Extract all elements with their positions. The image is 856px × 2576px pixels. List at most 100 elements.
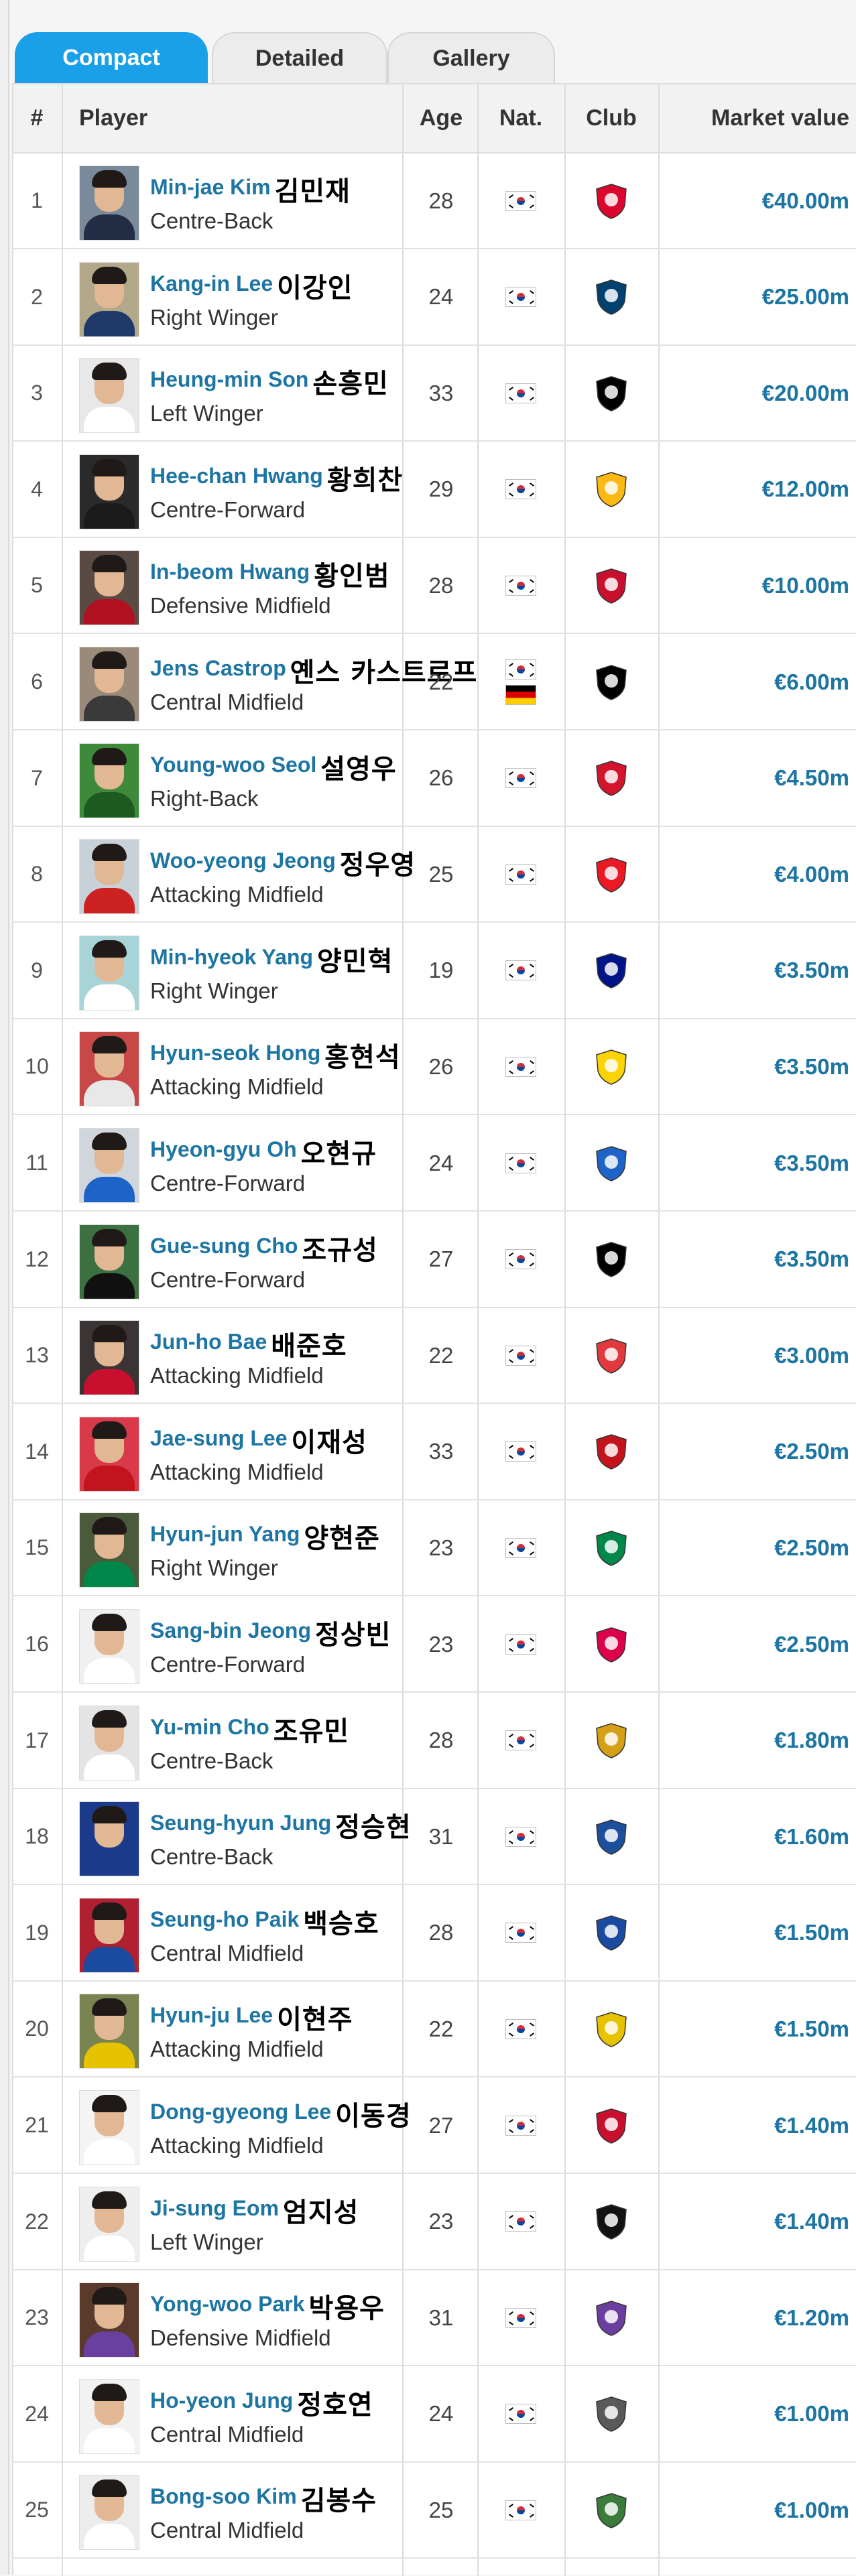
nantes-crest-icon[interactable] — [592, 1047, 631, 1086]
table-row[interactable]: 20 Hyun-ju Lee 이현주 Attacking Midfield 22 €1.5… — [13, 1982, 856, 2078]
market-value-link[interactable]: €3.50m — [658, 1019, 849, 1114]
player-name-link[interactable]: Jae-sung Lee — [150, 1426, 288, 1451]
player-name-link[interactable]: Jun-ho Bae — [150, 1330, 267, 1354]
table-row[interactable]: 2 Kang-in Lee 이강인 Right Winger 24 €25.00m — [13, 250, 856, 346]
player-name-link[interactable]: Hyeon-gyu Oh — [150, 1137, 297, 1162]
red-star-crest-icon[interactable] — [592, 759, 631, 797]
player-name-link[interactable]: Dong-gyeong Lee — [150, 2100, 331, 2124]
table-row[interactable]: 14 Jae-sung Lee 이재성 Attacking Midfield 33 €2.… — [13, 1405, 856, 1500]
player-name-link[interactable]: Jens Castrop — [150, 656, 286, 681]
player-photo[interactable] — [79, 1994, 139, 2069]
player-name-link[interactable]: In-beom Hwang — [150, 560, 310, 584]
table-row[interactable]: 9 Min-hyeok Yang 양민혁 Right Winger 19 €3.50m — [13, 923, 856, 1019]
market-value-link[interactable]: €1.00m — [658, 2367, 849, 2461]
player-name-link[interactable]: Hyun-jun Yang — [150, 1522, 300, 1547]
player-photo[interactable] — [79, 1416, 139, 1492]
player-name-link[interactable]: Hee-chan Hwang — [150, 464, 323, 489]
market-value-link[interactable]: €2.50m — [658, 1597, 849, 1691]
player-name-link[interactable]: Seung-hyun Jung — [150, 1811, 331, 1836]
market-value-link[interactable]: €20.00m — [658, 346, 849, 440]
table-row[interactable]: 1 Min-jae Kim 김민재 Centre-Back 28 €40.00m — [13, 153, 856, 249]
table-row[interactable]: 15 Hyun-jun Yang 양현준 Right Winger 23 €2.50m — [13, 1500, 856, 1597]
player-name-link[interactable]: Ji-sung Eom — [150, 2196, 279, 2221]
table-row[interactable]: 17 Yu-min Cho 조유민 Centre-Back 28 €1.80m — [13, 1693, 856, 1789]
col-header-number[interactable]: # — [13, 84, 60, 152]
table-row[interactable]: 10 Hyun-seok Hong 홍현석 Attacking Midfield 26 €… — [13, 1019, 856, 1116]
bayern-munich-crest-icon[interactable] — [592, 182, 631, 220]
market-value-link[interactable]: €2.50m — [658, 1405, 849, 1499]
table-row[interactable]: 13 Jun-ho Bae 배준호 Attacking Midfield 22 €3.00… — [13, 1308, 856, 1405]
table-row[interactable]: 5 In-beom Hwang 황인범 Defensive Midfield 28 €10… — [13, 538, 856, 635]
midtjylland-crest-icon[interactable] — [592, 1240, 631, 1279]
market-value-link[interactable]: €3.50m — [658, 1212, 849, 1307]
col-header-market-value[interactable]: Market value — [658, 84, 849, 152]
player-photo[interactable] — [79, 2475, 139, 2551]
player-photo[interactable] — [79, 1128, 139, 1203]
market-value-link[interactable]: €6.00m — [658, 635, 849, 729]
market-value-link[interactable]: €1.20m — [658, 2270, 849, 2365]
market-value-link[interactable]: €40.00m — [658, 153, 849, 248]
player-name-link[interactable]: Gue-sung Cho — [150, 1234, 298, 1259]
player-name-link[interactable]: Hyun-ju Lee — [150, 2003, 273, 2028]
player-name-link[interactable]: Sang-bin Jeong — [150, 1618, 311, 1643]
table-row[interactable]: 11 Hyeon-gyu Oh 오현규 Centre-Forward 24 €3.50m — [13, 1116, 856, 1212]
market-value-link[interactable]: €1.40m — [658, 2175, 849, 2269]
player-photo[interactable] — [79, 935, 139, 1011]
market-value-link[interactable]: €2.50m — [658, 1500, 849, 1595]
table-row[interactable]: 6 Jens Castrop 옌스 카스트로프 Central Midfield 22 €… — [13, 635, 856, 730]
stoke-crest-icon[interactable] — [592, 1336, 631, 1375]
player-name-link[interactable]: Min-hyeok Yang — [150, 945, 313, 970]
portsmouth-crest-icon[interactable] — [592, 951, 631, 990]
gimcheon-crest-icon[interactable] — [592, 2106, 631, 2145]
player-photo[interactable] — [79, 1224, 139, 1299]
table-row[interactable]: 24 Ho-yeon Jung 정호연 Central Midfield 24 €1.00… — [13, 2367, 856, 2463]
table-row[interactable]: 12 Gue-sung Cho 조규성 Centre-Forward 27 €3.50m — [13, 1212, 856, 1308]
player-photo[interactable] — [79, 743, 139, 818]
player-name-link[interactable]: Young-woo Seol — [150, 753, 316, 777]
player-photo[interactable] — [79, 2186, 139, 2262]
market-value-link[interactable]: €1.40m — [658, 2078, 849, 2173]
swansea-crest-icon[interactable] — [592, 2202, 631, 2241]
player-name-link[interactable]: Ho-yeon Jung — [150, 2388, 293, 2413]
table-row[interactable]: 21 Dong-gyeong Lee 이동경 Attacking Midfield 27… — [13, 2078, 856, 2174]
table-row[interactable]: 22 Ji-sung Eom 엄지성 Left Winger 23 €1.40m — [13, 2175, 856, 2270]
player-name-link[interactable]: Yong-woo Park — [150, 2292, 305, 2317]
market-value-link[interactable]: €3.50m — [658, 1116, 849, 1210]
player-photo[interactable] — [79, 2378, 139, 2454]
player-photo[interactable] — [79, 1031, 139, 1107]
market-value-link[interactable]: €1.00m — [658, 2463, 849, 2557]
market-value-link[interactable]: €3.00m — [658, 1308, 849, 1403]
arouca-crest-icon[interactable] — [592, 2010, 631, 2049]
player-name-link[interactable]: Heung-min Son — [150, 367, 308, 392]
tab-gallery[interactable]: Gallery — [387, 32, 555, 83]
market-value-link[interactable]: €1.50m — [658, 1982, 849, 2076]
player-photo[interactable] — [79, 1609, 139, 1684]
wolves-crest-icon[interactable] — [592, 470, 631, 509]
lafc-crest-icon[interactable] — [592, 374, 631, 413]
player-photo[interactable] — [79, 1801, 139, 1877]
player-name-link[interactable]: Hyun-seok Hong — [150, 1041, 320, 1066]
col-header-club[interactable]: Club — [564, 84, 658, 152]
market-value-link[interactable]: €3.50m — [658, 923, 849, 1018]
player-photo[interactable] — [79, 1512, 139, 1588]
tab-compact[interactable]: Compact — [15, 32, 208, 83]
player-name-link[interactable]: Kang-in Lee — [150, 271, 273, 296]
table-row[interactable]: 25 Bong-soo Kim 김봉수 Central Midfield 25 €1.00… — [13, 2463, 856, 2559]
player-photo[interactable] — [79, 2090, 139, 2165]
table-row[interactable]: 18 Seung-hyun Jung 정승현 Centre-Back 31 €1.60m — [13, 1789, 856, 1886]
player-photo[interactable] — [79, 358, 139, 434]
market-value-link[interactable]: €12.00m — [658, 442, 849, 537]
player-photo[interactable] — [79, 454, 139, 529]
market-value-link[interactable]: €10.00m — [658, 538, 849, 633]
player-photo[interactable] — [79, 2282, 139, 2358]
player-name-link[interactable]: Woo-yeong Jeong — [150, 848, 336, 873]
al-ain-crest-icon[interactable] — [592, 2299, 631, 2337]
player-name-link[interactable]: Min-jae Kim — [150, 175, 271, 200]
tab-detailed[interactable]: Detailed — [212, 32, 387, 83]
market-value-link[interactable]: €4.50m — [658, 731, 849, 826]
genk-crest-icon[interactable] — [592, 1144, 631, 1183]
player-photo[interactable] — [79, 647, 139, 722]
table-row[interactable]: 16 Sang-bin Jeong 정상빈 Centre-Forward 23 €2.50… — [13, 1597, 856, 1693]
market-value-link[interactable]: €25.00m — [658, 250, 849, 344]
player-photo[interactable] — [79, 839, 139, 915]
